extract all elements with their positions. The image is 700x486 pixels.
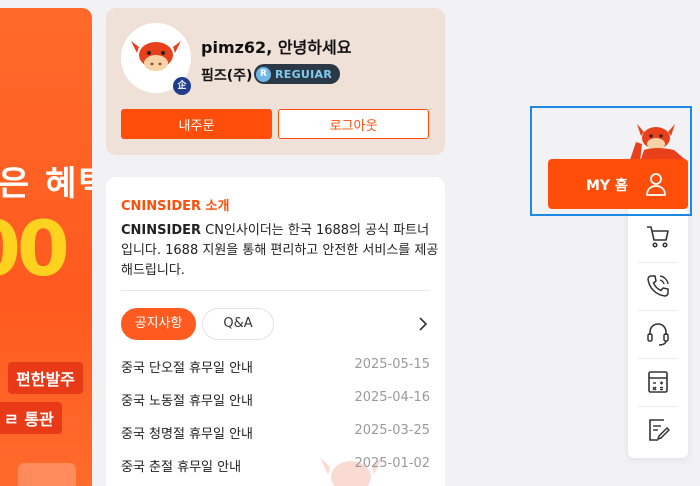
promo-banner[interactable]: 은 혜택 00 편한발주 ㄹ 통관 — [0, 8, 92, 486]
tier-letter-icon: R — [256, 66, 271, 82]
tier-label: REGUIAR — [275, 67, 333, 81]
notice-title: 중국 노동절 휴무일 안내 — [121, 394, 253, 409]
notice-title: 중국 청명절 휴무일 안내 — [121, 427, 253, 442]
chevron-right-icon[interactable] — [415, 314, 431, 334]
banner-amount: 00 — [0, 204, 70, 293]
info-description: CNINSIDER CN인사이더는 한국 1688의 공식 파트너입니다. 16… — [121, 223, 439, 278]
call-button[interactable] — [628, 262, 688, 310]
notice-row[interactable]: 중국 단오절 휴무일 안내 2025-05-15 — [121, 357, 430, 390]
mascot-icon — [630, 124, 688, 162]
notice-row[interactable]: 중국 춘절 휴무일 안내 2025-01-02 — [121, 456, 430, 486]
tab-notices[interactable]: 공지사항 — [121, 308, 196, 340]
profile-card: 企 pimz62, 안녕하세요 핌즈(주) R REGUIAR 내주문 로그아웃 — [106, 8, 445, 155]
corporate-badge-icon: 企 — [173, 77, 191, 95]
cart-icon — [647, 226, 669, 248]
banner-pill-customs: ㄹ 통관 — [0, 402, 62, 434]
tab-qa[interactable]: Q&A — [202, 308, 274, 340]
my-orders-button[interactable]: 내주문 — [121, 109, 272, 139]
banner-headline: 은 혜택 — [0, 164, 92, 204]
company-name: 핌즈(주) — [201, 68, 253, 84]
banner-pill-ordering: 편한발주 — [8, 362, 83, 394]
avatar: 企 — [121, 23, 191, 95]
support-button[interactable] — [628, 310, 688, 358]
my-home-label: MY 홈 — [586, 178, 628, 194]
banner-decor-box — [18, 463, 76, 486]
notice-title: 중국 단오절 휴무일 안내 — [121, 361, 253, 376]
logout-button[interactable]: 로그아웃 — [278, 109, 429, 139]
edit-note-icon — [649, 419, 670, 441]
calculator-button[interactable] — [628, 358, 688, 406]
quick-menu-bar — [628, 206, 688, 458]
user-icon — [646, 173, 666, 196]
headset-icon — [647, 323, 669, 346]
inquiry-button[interactable] — [628, 406, 688, 454]
my-home-button[interactable]: MY 홈 — [548, 159, 688, 209]
cart-button[interactable] — [628, 212, 688, 260]
phone-icon — [647, 275, 669, 297]
info-title: CNINSIDER 소개 — [121, 199, 230, 214]
notice-list: 중국 단오절 휴무일 안내 2025-05-15 중국 노동절 휴무일 안내 2… — [121, 357, 430, 486]
notice-row[interactable]: 중국 청명절 휴무일 안내 2025-03-25 — [121, 423, 430, 456]
notice-date: 2025-04-16 — [354, 390, 430, 405]
notice-date: 2025-03-25 — [354, 423, 430, 438]
notice-title: 중국 춘절 휴무일 안내 — [121, 460, 242, 475]
notice-date: 2025-05-15 — [354, 357, 430, 372]
notice-date: 2025-01-02 — [354, 456, 430, 471]
info-card: CNINSIDER 소개 CNINSIDER CN인사이더는 한국 1688의 … — [106, 177, 445, 486]
greeting-text: pimz62, 안녕하세요 — [201, 38, 352, 57]
divider — [121, 290, 430, 291]
tier-badge: R REGUIAR — [254, 64, 341, 84]
notice-row[interactable]: 중국 노동절 휴무일 안내 2025-04-16 — [121, 390, 430, 423]
calculator-icon — [648, 371, 668, 393]
